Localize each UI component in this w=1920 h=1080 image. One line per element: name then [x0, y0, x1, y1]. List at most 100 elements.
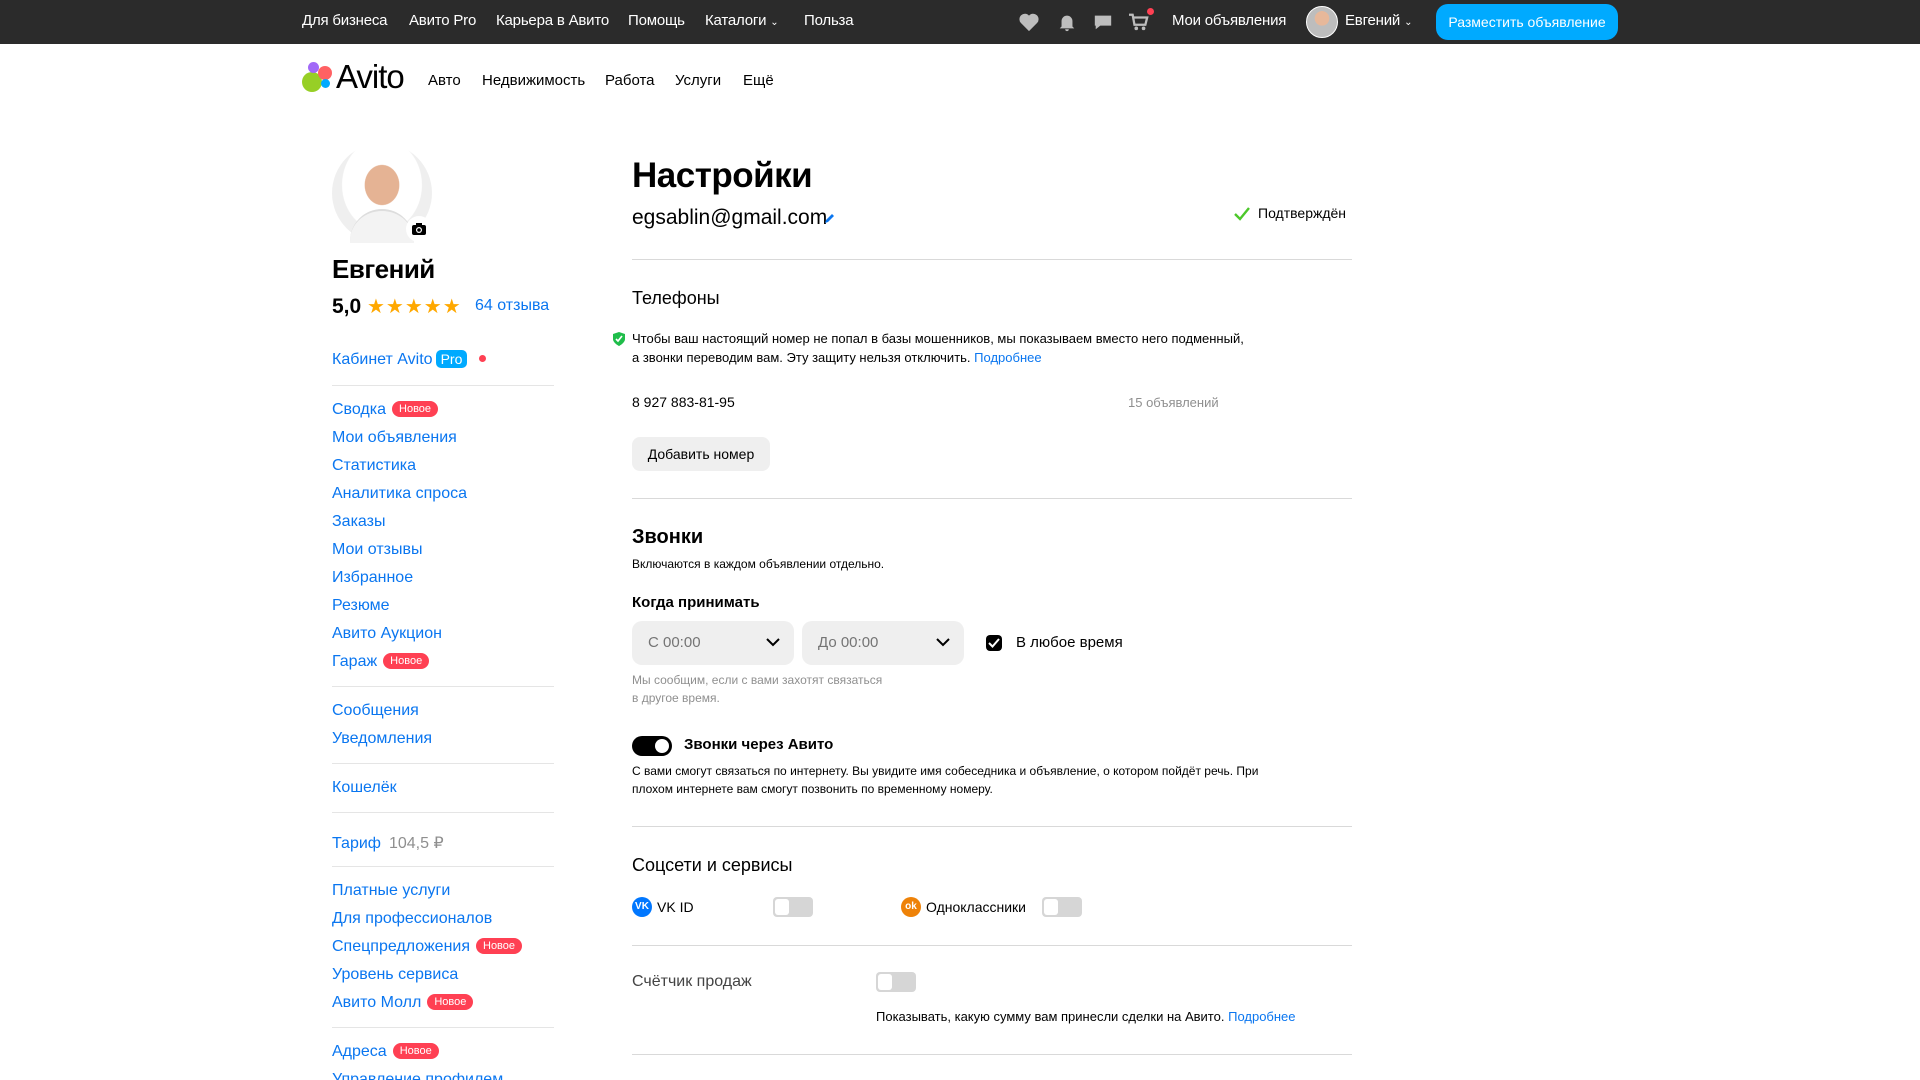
sales-counter-toggle[interactable]: [876, 972, 916, 992]
user-name: Евгений: [1345, 12, 1401, 29]
sidebar-item-favorites[interactable]: Избранное: [332, 569, 413, 587]
chat-icon[interactable]: [1092, 12, 1114, 32]
sidebar-item-notifications[interactable]: Уведомления: [332, 730, 432, 748]
page-title: Настройки: [632, 156, 813, 195]
heart-icon[interactable]: [1018, 12, 1040, 32]
sales-desc-text: Показывать, какую сумму вам принесли сде…: [876, 1009, 1225, 1024]
sidebar-item-label: Сводка: [332, 401, 387, 418]
nav-more[interactable]: Ещё: [743, 72, 774, 89]
odnoklassniki-icon: ok: [901, 897, 921, 917]
avito-calls-description: С вами смогут связаться по интернету. Вы…: [632, 762, 1258, 798]
topbar-link-help[interactable]: Помощь: [628, 12, 685, 29]
sidebar-item-tariff[interactable]: Тариф 104,5 ₽: [332, 833, 444, 853]
cart-notification-dot: [1147, 8, 1154, 15]
topbar-link-benefit[interactable]: Польза: [804, 12, 854, 29]
notice-line-2: а звонки переводим вам. Эту защиту нельз…: [632, 350, 971, 365]
chevron-down-icon: [766, 638, 780, 647]
chevron-down-icon: ⌄: [770, 17, 779, 28]
time-to-value: До 00:00: [818, 634, 879, 651]
calls-heading: Звонки: [632, 526, 704, 548]
sidebar-item-for-pros[interactable]: Для профессионалов: [332, 910, 492, 928]
post-ad-button[interactable]: Разместить объявление: [1436, 4, 1618, 40]
avito-calls-toggle[interactable]: [632, 736, 672, 756]
topbar-my-ads[interactable]: Мои объявления: [1172, 12, 1286, 29]
sidebar-item-wallet[interactable]: Кошелёк: [332, 779, 397, 797]
anytime-checkbox[interactable]: [986, 635, 1002, 651]
verified-label: Подтверждён: [1258, 205, 1347, 221]
add-phone-button[interactable]: Добавить номер: [632, 437, 770, 471]
top-bar: Для бизнеса Авито Pro Карьера в Авито По…: [0, 0, 1920, 44]
desc-line-1: С вами смогут связаться по интернету. Вы…: [632, 764, 1259, 778]
chevron-down-icon: ⌄: [1404, 17, 1413, 28]
time-hint: Мы сообщим, если с вами захотят связатьс…: [632, 671, 882, 707]
sidebar-item-addresses[interactable]: Адреса Новое: [332, 1043, 439, 1061]
topbar-link-catalogs[interactable]: Каталоги ⌄: [705, 12, 779, 29]
pro-badge: Pro: [435, 350, 468, 368]
avatar-shirt: [350, 209, 414, 243]
profile-name: Евгений: [332, 254, 435, 284]
tariff-balance: 104,5 ₽: [388, 835, 444, 852]
topbar-user-menu[interactable]: Евгений ⌄: [1345, 12, 1412, 29]
reviews-link[interactable]: 64 отзыва: [475, 297, 549, 315]
sidebar-item-orders[interactable]: Заказы: [332, 513, 385, 531]
sidebar-divider: [332, 385, 554, 386]
sidebar-item-label: Тариф: [332, 835, 381, 852]
sidebar-item-service-level[interactable]: Уровень сервиса: [332, 966, 458, 984]
anytime-label[interactable]: В любое время: [1016, 633, 1123, 652]
sidebar-item-messages[interactable]: Сообщения: [332, 702, 419, 720]
sidebar-divider: [332, 1027, 554, 1028]
desc-line-2: плохом интернете вам смогут позвонить по…: [632, 782, 993, 796]
sidebar-divider: [332, 763, 554, 764]
notice-line-1: Чтобы ваш настоящий номер не попал в баз…: [632, 331, 1244, 346]
time-from-select[interactable]: С 00:00: [632, 621, 794, 665]
pencil-icon[interactable]: [824, 212, 836, 224]
phone-number: 8 927 883-81-95: [632, 394, 735, 410]
notification-dot: [479, 355, 487, 362]
nav-work[interactable]: Работа: [605, 72, 655, 89]
sidebar-item-paid-services[interactable]: Платные услуги: [332, 882, 450, 900]
new-badge: Новое: [383, 653, 430, 669]
when-accept-label: Когда принимать: [632, 594, 760, 611]
time-to-select[interactable]: До 00:00: [802, 621, 964, 665]
section-divider: [632, 945, 1352, 946]
sales-more-link[interactable]: Подробнее: [1228, 1009, 1295, 1024]
sidebar-item-stats[interactable]: Статистика: [332, 457, 416, 475]
sidebar-cabinet-pro[interactable]: Кабинет Avito Pro: [332, 350, 487, 369]
sidebar-item-demand[interactable]: Аналитика спроса: [332, 485, 467, 503]
nav-realty[interactable]: Недвижимость: [482, 72, 585, 89]
sidebar-item-avito-mall[interactable]: Авито Молл Новое: [332, 994, 474, 1012]
sidebar-divider: [332, 812, 554, 813]
cart-icon[interactable]: [1128, 12, 1150, 32]
logo-wordmark: Avito: [336, 58, 405, 95]
topbar-link-avito-pro[interactable]: Авито Pro: [409, 12, 476, 29]
topbar-link-business[interactable]: Для бизнеса: [302, 12, 388, 29]
nav-auto[interactable]: Авто: [428, 72, 461, 89]
new-badge: Новое: [476, 938, 523, 954]
bell-icon[interactable]: [1056, 12, 1078, 32]
sidebar-item-summary[interactable]: Сводка Новое: [332, 401, 439, 419]
sidebar-item-label: Спецпредложения: [332, 938, 470, 955]
rating-stars: ★★★★★: [367, 296, 462, 318]
camera-icon[interactable]: [406, 216, 432, 242]
sidebar-item-profile-management[interactable]: Управление профилем: [332, 1071, 503, 1080]
time-from-value: С 00:00: [648, 634, 701, 651]
profile-rating: 5,0: [332, 295, 362, 318]
phone-more-link[interactable]: Подробнее: [974, 350, 1041, 365]
sidebar-item-special-offers[interactable]: Спецпредложения Новое: [332, 938, 523, 956]
vk-toggle[interactable]: [773, 897, 813, 917]
sidebar-item-label: Гараж: [332, 653, 378, 670]
nav-services[interactable]: Услуги: [675, 72, 721, 89]
sidebar-item-my-ads[interactable]: Мои объявления: [332, 429, 457, 447]
sidebar-item-my-reviews[interactable]: Мои отзывы: [332, 541, 423, 559]
sidebar-item-resume[interactable]: Резюме: [332, 597, 390, 615]
vk-icon: VK: [632, 897, 652, 917]
topbar-link-career[interactable]: Карьера в Авито: [496, 12, 609, 29]
sales-counter-label: Счётчик продаж: [632, 973, 752, 990]
user-avatar[interactable]: [1306, 6, 1338, 38]
ok-toggle[interactable]: [1042, 897, 1082, 917]
sidebar-divider: [332, 686, 554, 687]
phone-ads-count: 15 объявлений: [1128, 395, 1219, 410]
sidebar-item-garage[interactable]: Гараж Новое: [332, 653, 430, 671]
sidebar-item-auction[interactable]: Авито Аукцион: [332, 625, 442, 643]
phones-heading: Телефоны: [632, 288, 720, 308]
